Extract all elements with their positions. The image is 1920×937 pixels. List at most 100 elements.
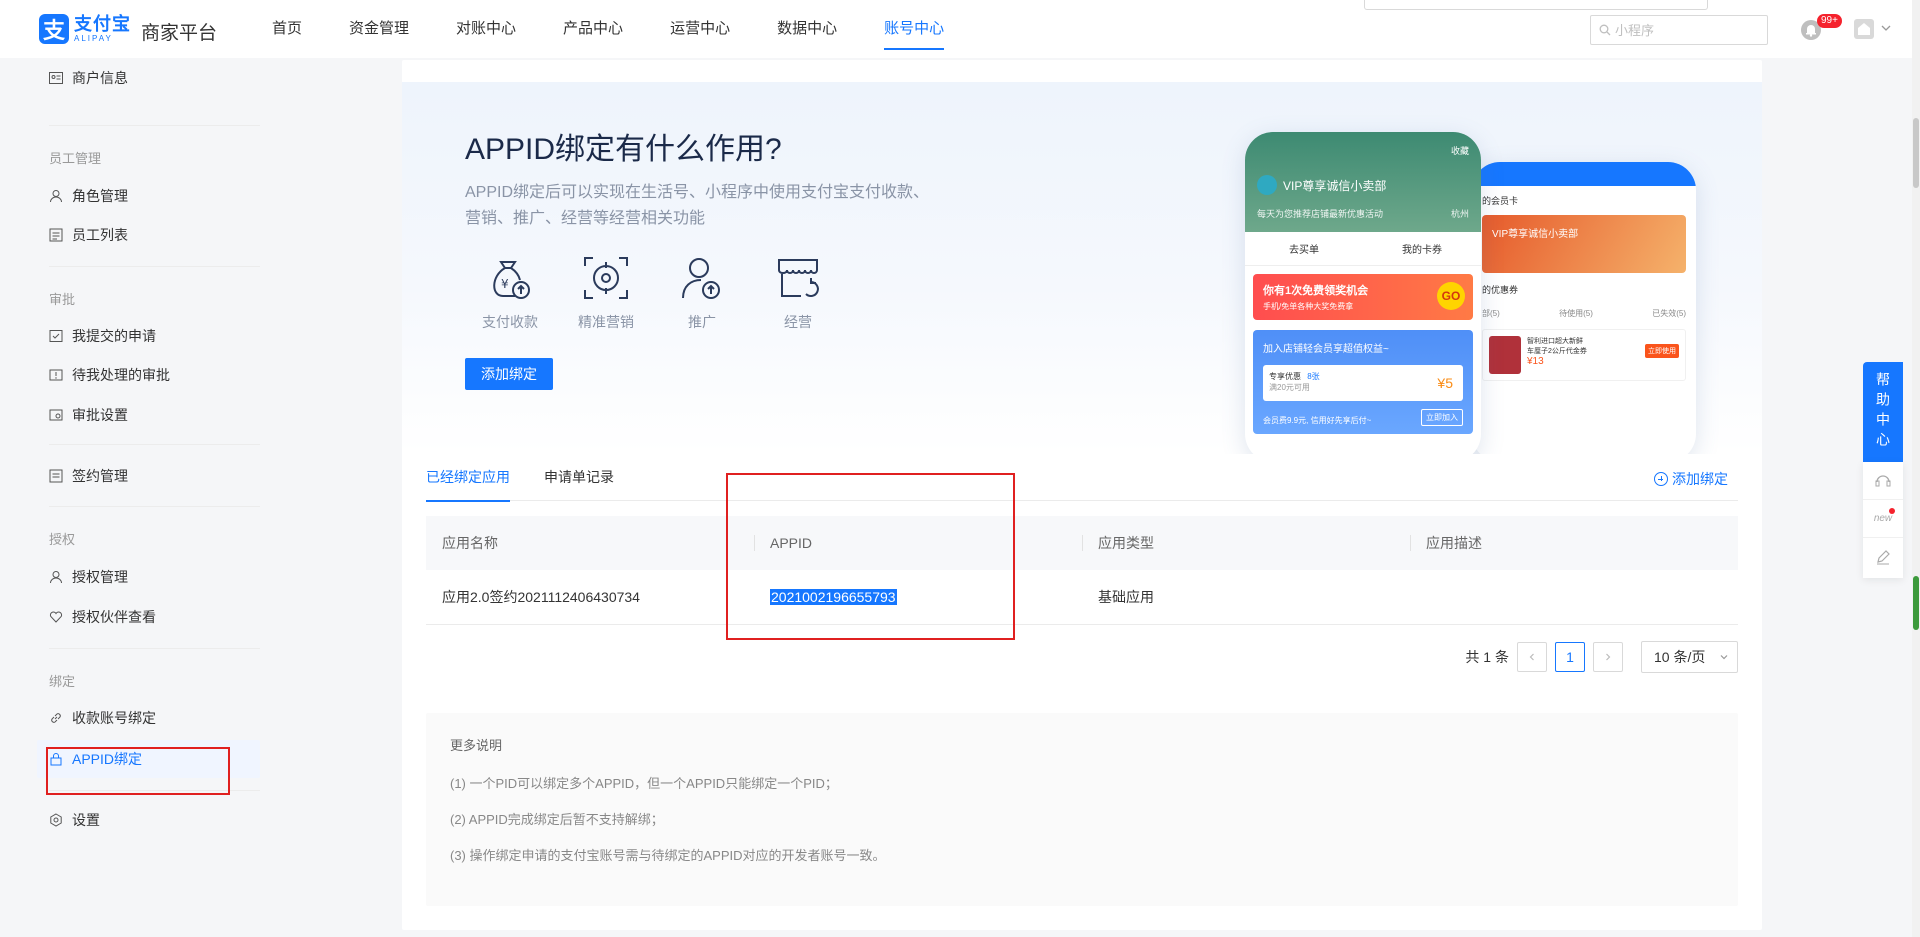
main-nav: 首页 资金管理 对账中心 产品中心 运营中心 数据中心 账号中心 (272, 0, 991, 58)
feature-label: 推广 (688, 314, 716, 330)
sidebar-item-label: 签约管理 (72, 468, 128, 484)
search-input[interactable] (1615, 22, 1765, 38)
coupons-title: 的优惠券 (1482, 285, 1519, 295)
new-dot (1889, 508, 1895, 514)
nav-reconciliation[interactable]: 对账中心 (456, 0, 516, 58)
member-promo: 加入店铺轻会员享超值权益~ 专享优惠 8张 满20元可用 ¥5 会员费9.9元,… (1253, 330, 1473, 434)
nav-funds[interactable]: 资金管理 (349, 0, 409, 58)
feedback-button[interactable] (1863, 538, 1903, 576)
scrollbar-upper-thumb[interactable] (1913, 118, 1919, 188)
sidebar-item-label: 收款账号绑定 (72, 710, 156, 726)
sidebar-item-label: 角色管理 (72, 188, 128, 204)
sidebar-item-contract[interactable]: 签约管理 (37, 457, 260, 495)
add-binding-button[interactable]: 添加绑定 (465, 358, 553, 390)
table-row: 应用2.0签约2021112406430734 2021002196655793… (426, 570, 1738, 625)
platform-name: 商家平台 (141, 23, 218, 44)
sidebar-item-auth-mgmt[interactable]: 授权管理 (37, 558, 260, 596)
search-box[interactable] (1590, 15, 1768, 45)
tab-application-records[interactable]: 申请单记录 (544, 460, 614, 501)
headset-icon (1875, 474, 1891, 486)
search-icon (1599, 24, 1611, 36)
page-button[interactable]: 1 (1555, 642, 1585, 672)
column-header-app-desc: 应用描述 (1410, 516, 1738, 570)
note-line: (3) 操作绑定申请的支付宝账号需与待绑定的APPID对应的开发者账号一致。 (450, 848, 886, 863)
pagination: 共 1 条 1 10 条/页 (1465, 641, 1738, 673)
chevron-down-icon[interactable] (1880, 22, 1892, 34)
feature-label: 经营 (784, 314, 812, 330)
hero-title: APPID绑定有什么作用? (465, 133, 782, 166)
nav-account[interactable]: 账号中心 (884, 0, 945, 58)
sidebar-item-merchant-info[interactable]: 商户信息 (37, 59, 260, 97)
sidebar-divider (49, 266, 260, 267)
hero-banner: APPID绑定有什么作用? APPID绑定后可以实现在生活号、小程序中使用支付宝… (402, 82, 1762, 454)
list-icon (49, 228, 63, 242)
nav-products[interactable]: 产品中心 (563, 0, 623, 58)
link-icon (51, 713, 61, 723)
hero-description: APPID绑定后可以实现在生活号、小程序中使用支付宝支付收款、营销、推广、经营等… (465, 184, 930, 227)
chevron-right-icon (1606, 653, 1611, 661)
scrollbar-thumb[interactable] (1913, 576, 1919, 630)
svg-text:¥: ¥ (501, 277, 509, 291)
nav-operations[interactable]: 运营中心 (670, 0, 730, 58)
cell-app-name: 应用2.0签约2021112406430734 (442, 589, 640, 605)
sidebar-item-label: 设置 (72, 812, 100, 828)
add-binding-link[interactable]: 添加绑定 (1654, 469, 1728, 489)
sidebar-item-label: 我提交的申请 (72, 328, 156, 344)
sidebar-item-my-submitted[interactable]: 我提交的申请 (37, 317, 260, 355)
logo-en-text: ALIPAY (74, 34, 113, 43)
gear-icon (50, 813, 62, 827)
avatar[interactable] (1853, 18, 1875, 40)
notes-title: 更多说明 (450, 738, 503, 753)
user-upload-icon (682, 258, 720, 299)
member-card-title: 的会员卡 (1482, 196, 1519, 206)
alipay-logo[interactable]: 支 支付宝 ALIPAY (39, 14, 131, 44)
sidebar-item-settings[interactable]: 设置 (37, 801, 260, 839)
logo-cn-text: 支付宝 (74, 14, 131, 34)
prize-banner: 你有1次免费领奖机会 手机/免单各种大奖免费拿 GO (1253, 274, 1473, 320)
table-header: 应用名称 APPID 应用类型 应用描述 (426, 516, 1738, 570)
sidebar-item-pending-approval[interactable]: 待我处理的审批 (37, 356, 260, 394)
sidebar-divider (49, 444, 260, 445)
sidebar-group-bind: 绑定 (49, 674, 76, 689)
settings-card-icon (49, 409, 63, 421)
highlight-box-appid (726, 473, 1015, 640)
sidebar-divider (49, 125, 260, 126)
prev-page-button[interactable] (1517, 642, 1547, 672)
note-line: (1) 一个PID可以绑定多个APPID，但一个APPID只能绑定一个PID； (450, 776, 838, 791)
nav-data[interactable]: 数据中心 (777, 0, 837, 58)
sidebar-item-auth-partner[interactable]: 授权伙伴查看 (37, 598, 260, 636)
help-rail: new (1863, 462, 1903, 578)
plus-circle-icon (1654, 472, 1668, 486)
user-icon (50, 190, 62, 203)
feature-marketing: 精准营销 (566, 254, 646, 332)
next-page-button[interactable] (1593, 642, 1623, 672)
total-count: 共 1 条 (1465, 649, 1509, 665)
sidebar-item-label: 授权伙伴查看 (72, 609, 156, 625)
sidebar-item-approval-settings[interactable]: 审批设置 (37, 396, 260, 434)
cell-app-desc (1410, 570, 1738, 624)
help-center-button[interactable]: 帮助中心 (1863, 362, 1903, 462)
check-square-icon (49, 330, 63, 342)
sidebar-group-approval: 审批 (49, 292, 76, 307)
feature-payment: ¥ 支付收款 (470, 254, 550, 332)
whats-new-button[interactable]: new (1863, 500, 1903, 538)
heart-icon (49, 611, 63, 623)
sidebar-divider (49, 506, 260, 507)
feature-label: 支付收款 (482, 314, 538, 330)
sidebar-item-roles[interactable]: 角色管理 (37, 177, 260, 215)
note-line: (2) APPID完成绑定后暂不支持解绑； (450, 812, 664, 827)
notification-badge: 99+ (1817, 14, 1842, 28)
id-card-icon (49, 72, 63, 84)
user-icon (50, 571, 62, 584)
nav-home[interactable]: 首页 (272, 0, 302, 58)
sidebar-group-staff: 员工管理 (49, 151, 102, 166)
sidebar-item-payee-bind[interactable]: 收款账号绑定 (37, 699, 260, 737)
cherry-image (1489, 336, 1521, 374)
sidebar-item-staff-list[interactable]: 员工列表 (37, 216, 260, 254)
tab-bound-apps[interactable]: 已经绑定应用 (426, 460, 510, 502)
notes-panel: 更多说明 (1) 一个PID可以绑定多个APPID，但一个APPID只能绑定一个… (426, 713, 1738, 906)
page-size-select[interactable]: 10 条/页 (1641, 641, 1738, 673)
sidebar-item-label: 审批设置 (72, 407, 128, 423)
customer-service-button[interactable] (1863, 462, 1903, 500)
store-icon (778, 259, 819, 297)
